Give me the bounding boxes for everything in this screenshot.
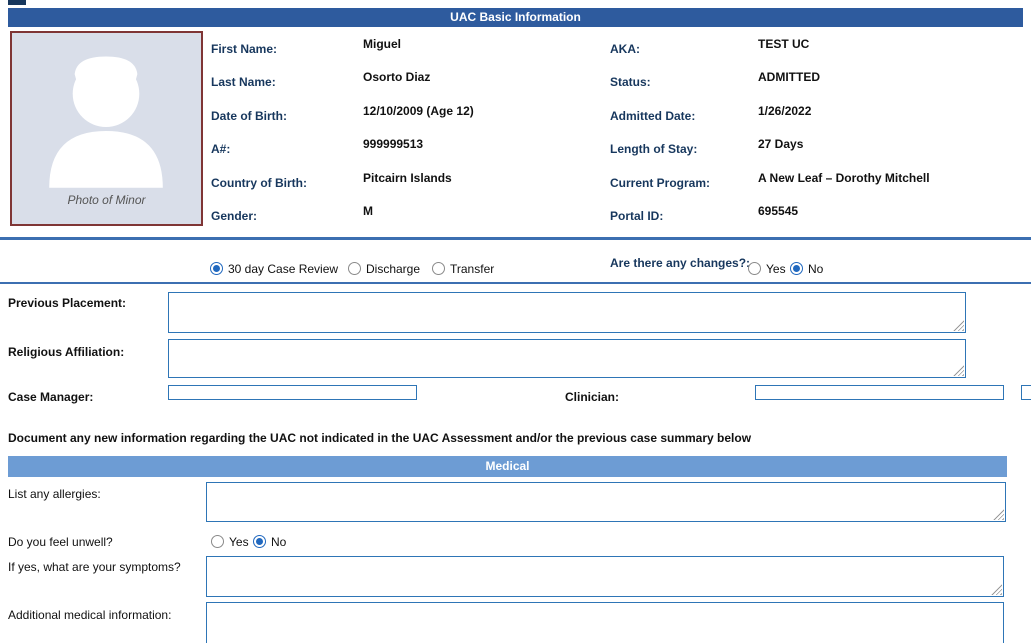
section-header-basic-info: UAC Basic Information bbox=[8, 8, 1023, 27]
section-header-medical: Medical bbox=[8, 456, 1007, 477]
field-value: 999999513 bbox=[363, 137, 423, 151]
field-value: Pitcairn Islands bbox=[363, 171, 452, 185]
religious-affiliation-field-wrap bbox=[168, 339, 966, 378]
religious-affiliation-textarea[interactable] bbox=[169, 340, 965, 377]
info-row-a-number: A#: 999999513 bbox=[211, 133, 606, 166]
info-row-portal-id: Portal ID: 695545 bbox=[610, 200, 1030, 233]
religious-affiliation-label: Religious Affiliation: bbox=[8, 345, 124, 359]
unwell-question-label: Do you feel unwell? bbox=[8, 535, 113, 549]
field-value: TEST UC bbox=[758, 37, 809, 51]
previous-placement-field-wrap bbox=[168, 292, 966, 333]
field-value: M bbox=[363, 204, 373, 218]
field-value: Miguel bbox=[363, 37, 401, 51]
clipped-text-fragment bbox=[8, 0, 26, 5]
clinician-input[interactable] bbox=[755, 385, 1004, 400]
field-label: Status: bbox=[610, 75, 651, 89]
info-row-first-name: First Name: Miguel bbox=[211, 33, 606, 66]
symptoms-field-wrap bbox=[206, 556, 1004, 597]
info-row-last-name: Last Name: Osorto Diaz bbox=[211, 66, 606, 99]
minor-photo-placeholder: Photo of Minor bbox=[10, 31, 203, 226]
radio-option-unwell-no[interactable]: No bbox=[253, 533, 286, 551]
info-row-aka: AKA: TEST UC bbox=[610, 33, 1030, 66]
info-row-dob: Date of Birth: 12/10/2009 (Age 12) bbox=[211, 100, 606, 133]
field-label: Portal ID: bbox=[610, 209, 663, 223]
info-row-length-of-stay: Length of Stay: 27 Days bbox=[610, 133, 1030, 166]
field-label: Gender: bbox=[211, 209, 257, 223]
new-information-instruction: Document any new information regarding t… bbox=[8, 431, 751, 445]
field-label: Admitted Date: bbox=[610, 109, 695, 123]
radio-label-changes-yes[interactable]: Yes bbox=[766, 262, 786, 276]
radio-changes-no[interactable] bbox=[790, 262, 803, 275]
case-manager-input[interactable] bbox=[168, 385, 417, 400]
radio-changes-yes[interactable] bbox=[748, 262, 761, 275]
radio-unwell-yes[interactable] bbox=[211, 535, 224, 548]
clipped-edge-input[interactable] bbox=[1021, 385, 1031, 400]
uac-case-review-page: UAC Basic Information Photo of Minor Fir… bbox=[0, 0, 1031, 643]
field-label: Last Name: bbox=[211, 75, 276, 89]
field-value: A New Leaf – Dorothy Mitchell bbox=[758, 171, 930, 185]
info-row-current-program: Current Program: A New Leaf – Dorothy Mi… bbox=[610, 167, 1030, 200]
horizontal-divider bbox=[0, 282, 1031, 284]
basic-info-left-column: First Name: Miguel Last Name: Osorto Dia… bbox=[211, 33, 606, 233]
photo-caption: Photo of Minor bbox=[12, 193, 201, 207]
case-manager-label: Case Manager: bbox=[8, 390, 93, 404]
radio-label-unwell-no[interactable]: No bbox=[271, 535, 286, 549]
radio-discharge[interactable] bbox=[348, 262, 361, 275]
field-label: First Name: bbox=[211, 42, 277, 56]
radio-option-transfer[interactable]: Transfer bbox=[432, 260, 494, 278]
field-label: Length of Stay: bbox=[610, 142, 697, 156]
field-label: Current Program: bbox=[610, 176, 710, 190]
field-label: A#: bbox=[211, 142, 230, 156]
symptoms-textarea[interactable] bbox=[207, 557, 1003, 596]
allergies-field-wrap bbox=[206, 482, 1006, 522]
radio-unwell-no[interactable] bbox=[253, 535, 266, 548]
field-value: 27 Days bbox=[758, 137, 803, 151]
basic-info-right-column: AKA: TEST UC Status: ADMITTED Admitted D… bbox=[610, 33, 1030, 233]
field-label: Date of Birth: bbox=[211, 109, 287, 123]
field-value: Osorto Diaz bbox=[363, 70, 430, 84]
changes-question-label: Are there any changes?: bbox=[610, 256, 750, 270]
info-row-gender: Gender: M bbox=[211, 200, 606, 233]
info-row-country-of-birth: Country of Birth: Pitcairn Islands bbox=[211, 167, 606, 200]
radio-option-discharge[interactable]: Discharge bbox=[348, 260, 420, 278]
field-label: AKA: bbox=[610, 42, 640, 56]
previous-placement-label: Previous Placement: bbox=[8, 296, 126, 310]
additional-medical-textarea[interactable] bbox=[207, 603, 1003, 643]
allergies-textarea[interactable] bbox=[207, 483, 1005, 521]
radio-option-unwell-yes[interactable]: Yes bbox=[211, 533, 249, 551]
radio-label-transfer[interactable]: Transfer bbox=[450, 262, 494, 276]
allergies-label: List any allergies: bbox=[8, 487, 101, 501]
field-value: 12/10/2009 (Age 12) bbox=[363, 104, 474, 118]
radio-transfer[interactable] bbox=[432, 262, 445, 275]
radio-option-30-day-case-review[interactable]: 30 day Case Review bbox=[210, 260, 338, 278]
additional-medical-label: Additional medical information: bbox=[8, 608, 171, 622]
radio-option-changes-yes[interactable]: Yes bbox=[748, 260, 786, 278]
radio-label-30-day-case-review[interactable]: 30 day Case Review bbox=[228, 262, 338, 276]
horizontal-divider bbox=[0, 237, 1031, 240]
additional-medical-field-wrap bbox=[206, 602, 1004, 643]
field-value: ADMITTED bbox=[758, 70, 820, 84]
review-type-radio-group: 30 day Case Review Discharge Transfer Ar… bbox=[0, 260, 1031, 278]
previous-placement-textarea[interactable] bbox=[169, 293, 965, 332]
info-row-admitted-date: Admitted Date: 1/26/2022 bbox=[610, 100, 1030, 133]
radio-label-unwell-yes[interactable]: Yes bbox=[229, 535, 249, 549]
field-value: 1/26/2022 bbox=[758, 104, 811, 118]
field-value: 695545 bbox=[758, 204, 798, 218]
radio-option-changes-no[interactable]: No bbox=[790, 260, 823, 278]
symptoms-label: If yes, what are your symptoms? bbox=[8, 560, 181, 574]
radio-label-changes-no[interactable]: No bbox=[808, 262, 823, 276]
info-row-status: Status: ADMITTED bbox=[610, 66, 1030, 99]
field-label: Country of Birth: bbox=[211, 176, 307, 190]
radio-30-day-case-review[interactable] bbox=[210, 262, 223, 275]
radio-label-discharge[interactable]: Discharge bbox=[366, 262, 420, 276]
clinician-label: Clinician: bbox=[565, 390, 619, 404]
